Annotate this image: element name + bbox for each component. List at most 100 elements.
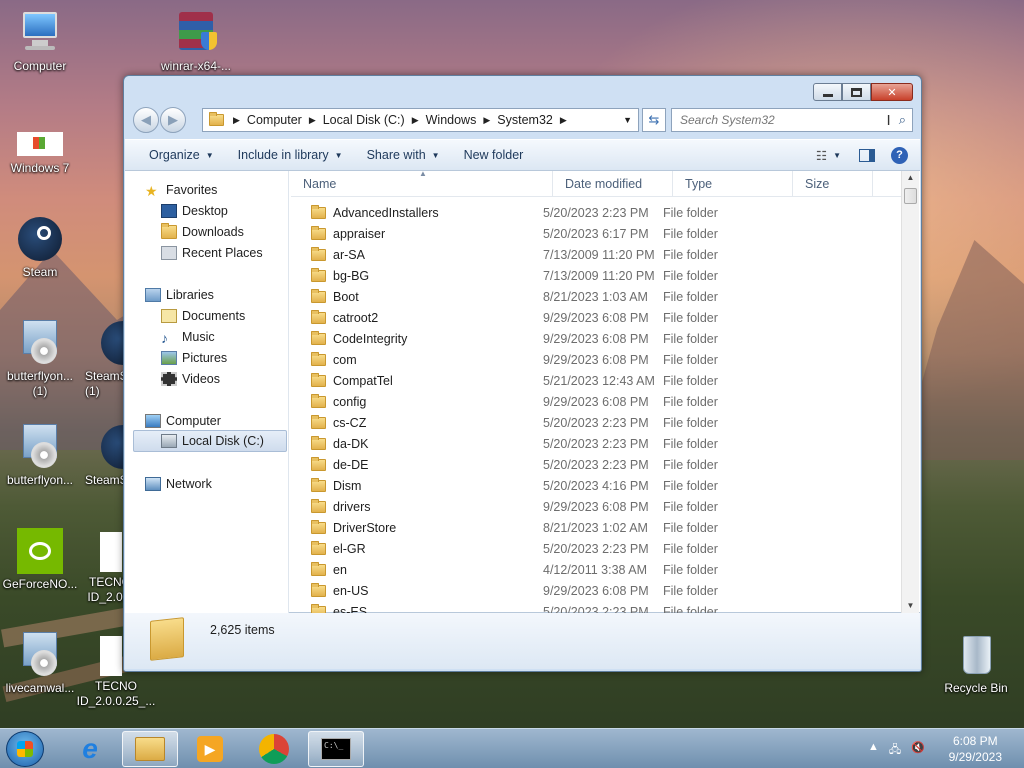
maximize-button[interactable] [842, 83, 871, 101]
explorer-window[interactable]: ✕ ◀ ▶ ▶ Computer ▶ Local Disk (C:) ▶ Win… [123, 75, 922, 672]
change-view-button[interactable]: ☷ ▼ [804, 148, 849, 163]
table-row[interactable]: Dism 5/20/2023 4:16 PM File folder [291, 475, 891, 496]
desktop-icon-butterfly-2[interactable]: butterflyon... [0, 424, 80, 488]
desktop-icon-computer[interactable]: Computer [0, 10, 80, 74]
table-row[interactable]: Boot 8/21/2023 1:03 AM File folder [291, 286, 891, 307]
nav-downloads[interactable]: Downloads [161, 222, 244, 242]
nav-local-disk[interactable]: Local Disk (C:) [133, 430, 287, 452]
table-row[interactable]: config 9/29/2023 6:08 PM File folder [291, 391, 891, 412]
videos-icon [161, 372, 177, 386]
taskbar-windows-explorer[interactable] [122, 731, 178, 767]
table-row[interactable]: CompatTel 5/21/2023 12:43 AM File folder [291, 370, 891, 391]
nav-libraries[interactable]: Libraries [145, 285, 214, 305]
date-modified-cell: 5/20/2023 2:23 PM [543, 205, 649, 220]
taskbar-media-player[interactable]: ▶ [182, 731, 238, 767]
file-name-cell: com [291, 351, 543, 367]
column-header-date-modified[interactable]: Date modified [553, 171, 673, 197]
nav-recent-places[interactable]: Recent Places [161, 243, 263, 263]
table-row[interactable]: ar-SA 7/13/2009 11:20 PM File folder [291, 244, 891, 265]
nav-documents[interactable]: Documents [161, 306, 245, 326]
breadcrumb-local-disk[interactable]: Local Disk (C:) [319, 113, 409, 127]
breadcrumb-separator-icon[interactable]: ▶ [557, 115, 570, 126]
clock[interactable]: 6:08 PM 9/29/2023 [949, 733, 1002, 765]
desktop-icon-livecam[interactable]: livecamwal... [0, 632, 80, 696]
desktop-icon-recycle-bin[interactable]: Recycle Bin [936, 632, 1016, 696]
file-list: Name ▲ Date modified Type Size AdvancedIn… [291, 171, 901, 613]
show-hidden-icons-icon[interactable]: ▲ [868, 741, 879, 760]
breadcrumb-computer[interactable]: Computer [243, 113, 306, 127]
scrollbar-thumb[interactable] [904, 188, 917, 204]
table-row[interactable]: catroot2 9/29/2023 6:08 PM File folder [291, 307, 891, 328]
type-cell: File folder [663, 247, 718, 262]
table-row[interactable]: cs-CZ 5/20/2023 2:23 PM File folder [291, 412, 891, 433]
table-row[interactable]: AdvancedInstallers 5/20/2023 2:23 PM File … [291, 202, 891, 223]
breadcrumb-windows[interactable]: Windows [422, 113, 481, 127]
taskbar-chrome[interactable] [246, 731, 302, 767]
include-in-library-button[interactable]: Include in library ▼ [226, 148, 355, 162]
help-button[interactable]: ? [885, 146, 920, 164]
table-row[interactable]: bg-BG 7/13/2009 11:20 PM File folder [291, 265, 891, 286]
recycle-bin-icon [953, 632, 999, 678]
volume-muted-icon[interactable]: 🔇 [911, 741, 925, 760]
scroll-up-icon[interactable]: ▲ [902, 171, 919, 185]
minimize-button[interactable] [813, 83, 842, 101]
table-row[interactable]: en-US 9/29/2023 6:08 PM File folder [291, 580, 891, 601]
nav-favorites[interactable]: ★ Favorites [145, 180, 217, 200]
search-input[interactable]: Search System32 [680, 113, 887, 127]
search-box[interactable]: Search System32 I ⌕ [671, 108, 913, 132]
table-row[interactable]: appraiser 5/20/2023 6:17 PM File folder [291, 223, 891, 244]
organize-button[interactable]: Organize ▼ [137, 148, 226, 162]
scroll-down-icon[interactable]: ▼ [902, 599, 919, 613]
table-row[interactable]: de-DE 5/20/2023 2:23 PM File folder [291, 454, 891, 475]
preview-pane-button[interactable] [849, 148, 885, 162]
table-row[interactable]: da-DK 5/20/2023 2:23 PM File folder [291, 433, 891, 454]
new-folder-button[interactable]: New folder [452, 148, 536, 162]
file-name-cell: da-DK [291, 435, 543, 451]
breadcrumb-separator-icon[interactable]: ▶ [480, 115, 493, 126]
table-row[interactable]: CodeIntegrity 9/29/2023 6:08 PM File folde… [291, 328, 891, 349]
folder-icon [135, 737, 165, 761]
table-row[interactable]: drivers 9/29/2023 6:08 PM File folder [291, 496, 891, 517]
taskbar-command-prompt[interactable]: C:\_ [308, 731, 364, 767]
refresh-button[interactable]: ⇆ [642, 108, 666, 132]
search-icon[interactable]: ⌕ [899, 112, 906, 128]
table-row[interactable]: en 4/12/2011 3:38 AM File folder [291, 559, 891, 580]
share-with-button[interactable]: Share with ▼ [355, 148, 452, 162]
nav-desktop[interactable]: Desktop [161, 201, 228, 221]
nav-computer[interactable]: Computer [145, 411, 221, 431]
desktop-icon-steam[interactable]: Steam [0, 216, 80, 280]
desktop-icon-geforce[interactable]: GeForceNO... [0, 528, 80, 592]
table-row[interactable]: DriverStore 8/21/2023 1:02 AM File folder [291, 517, 891, 538]
breadcrumb-separator-icon[interactable]: ▶ [409, 115, 422, 126]
desktop-icon-butterfly-1[interactable]: butterflyon... (1) [0, 320, 80, 399]
address-history-dropdown-icon[interactable]: ▼ [623, 115, 632, 125]
system-tray: ▲ 🖧 🔇 [868, 741, 925, 760]
breadcrumb-separator-icon[interactable]: ▶ [306, 115, 319, 126]
nav-network[interactable]: Network [145, 474, 212, 494]
table-row[interactable]: el-GR 5/20/2023 2:23 PM File folder [291, 538, 891, 559]
column-header-size[interactable]: Size [793, 171, 873, 197]
folder-icon [311, 267, 326, 282]
column-header-type[interactable]: Type [673, 171, 793, 197]
date-modified-cell: 7/13/2009 11:20 PM [543, 247, 655, 262]
nav-videos[interactable]: Videos [161, 369, 220, 389]
close-button[interactable]: ✕ [871, 83, 913, 101]
forward-button[interactable]: ▶ [160, 107, 186, 133]
column-header-name[interactable]: Name ▲ [291, 171, 553, 197]
nav-pictures[interactable]: Pictures [161, 348, 227, 368]
desktop-icon-winrar[interactable]: winrar-x64-... [155, 10, 237, 74]
vertical-scrollbar[interactable]: ▲ ▼ [901, 171, 919, 613]
network-status-icon[interactable]: 🖧 [889, 741, 901, 760]
chrome-icon [259, 734, 289, 764]
table-row[interactable]: es-ES 5/20/2023 2:23 PM File folder [291, 601, 891, 613]
table-row[interactable]: com 9/29/2023 6:08 PM File folder [291, 349, 891, 370]
desktop-icon-windows7[interactable]: Windows 7 [0, 128, 80, 176]
address-bar[interactable]: ▶ Computer ▶ Local Disk (C:) ▶ Windows ▶… [202, 108, 639, 132]
start-button[interactable] [6, 731, 44, 767]
taskbar-internet-explorer[interactable]: e [62, 731, 118, 767]
date-modified-cell: 5/21/2023 12:43 AM [543, 373, 655, 388]
breadcrumb-system32[interactable]: System32 [493, 113, 557, 127]
back-button[interactable]: ◀ [133, 107, 159, 133]
folder-icon [311, 351, 326, 366]
nav-music[interactable]: ♪ Music [161, 327, 215, 347]
